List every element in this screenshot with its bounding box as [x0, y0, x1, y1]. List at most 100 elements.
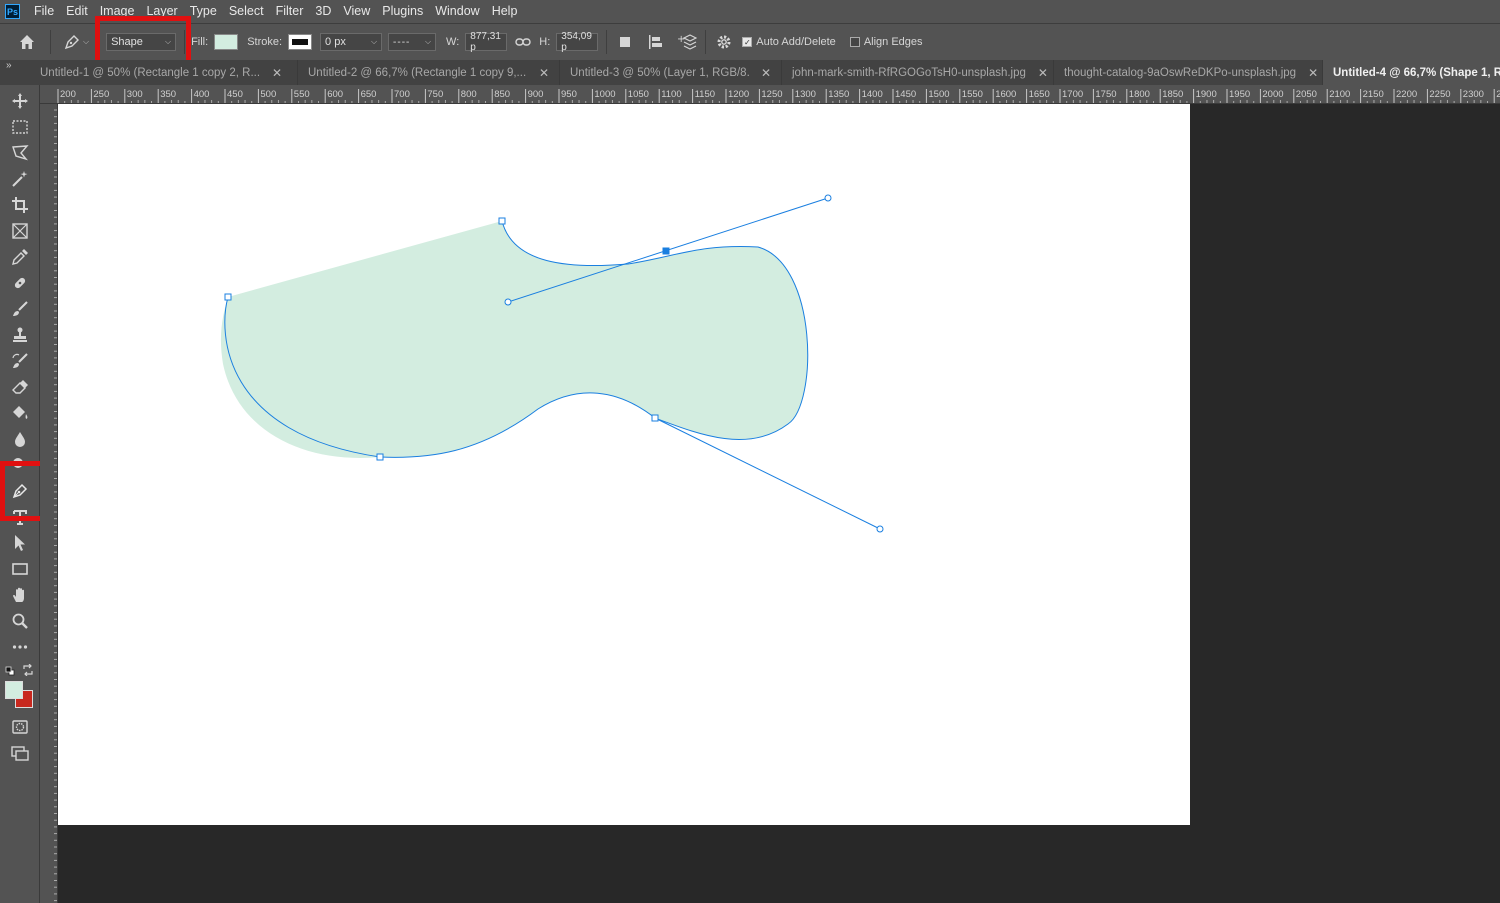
anchor-point-top[interactable]	[498, 217, 506, 225]
collapse-panels-button[interactable]: »	[0, 60, 40, 85]
svg-text:+: +	[677, 34, 685, 45]
stroke-swatch[interactable]	[288, 34, 313, 50]
tab-label: Untitled-4 @ 66,7% (Shape 1, RGB	[1333, 66, 1500, 79]
ruler-tick-label: 350	[160, 89, 176, 100]
menu-select[interactable]: Select	[223, 0, 270, 23]
edit-toolbar-button[interactable]	[9, 636, 31, 658]
ruler-tick-label: 2150	[1363, 89, 1384, 100]
rectangle-tool[interactable]	[9, 558, 31, 580]
handle-point[interactable]	[876, 525, 884, 533]
anchor-point-bottom[interactable]	[376, 453, 384, 461]
blur-tool[interactable]	[9, 428, 31, 450]
handle-point[interactable]	[824, 194, 832, 202]
fill-swatch[interactable]	[214, 34, 239, 50]
link-dimensions-button[interactable]	[515, 36, 531, 48]
swap-colors-button[interactable]	[22, 663, 34, 677]
shape-layer[interactable]	[58, 104, 1190, 825]
handle-point[interactable]	[504, 298, 512, 306]
menu-type[interactable]: Type	[184, 0, 223, 23]
ruler-tick-label: 950	[561, 89, 577, 100]
document-canvas[interactable]	[58, 104, 1190, 825]
shape-fill[interactable]	[220, 221, 808, 458]
tab-john-mark-smith[interactable]: john-mark-smith-RfRGOGoTsH0-unsplash.jpg…	[782, 60, 1054, 85]
ruler-tick-label: 2350	[1496, 89, 1500, 100]
ruler-tick-label: 200	[60, 89, 76, 100]
height-input[interactable]: 354,09 p	[556, 31, 599, 53]
move-tool[interactable]	[9, 90, 31, 112]
ruler-tick-label: 700	[394, 89, 410, 100]
marquee-tool[interactable]	[9, 116, 31, 138]
ruler-tick-label: 1350	[828, 89, 849, 100]
ruler-tick-label: 900	[528, 89, 544, 100]
menu-layer[interactable]: Layer	[140, 0, 183, 23]
close-icon[interactable]: ✕	[1308, 66, 1318, 80]
close-icon[interactable]: ✕	[272, 66, 282, 80]
tab-untitled-1[interactable]: Untitled-1 @ 50% (Rectangle 1 copy 2, R.…	[40, 60, 298, 85]
menu-3d[interactable]: 3D	[309, 0, 337, 23]
water-drop-icon	[15, 432, 25, 447]
tab-untitled-3[interactable]: Untitled-3 @ 50% (Layer 1, RGB/8... ✕	[560, 60, 782, 85]
tab-thought-catalog[interactable]: thought-catalog-9aOswReDKPo-unsplash.jpg…	[1054, 60, 1323, 85]
stroke-width-field[interactable]: 0 px ⌵	[320, 33, 383, 51]
align-edges-checkbox[interactable]: Align Edges	[849, 36, 923, 48]
menu-view[interactable]: View	[337, 0, 376, 23]
checkbox-box: ✓	[742, 37, 753, 47]
magic-wand-tool[interactable]	[9, 168, 31, 190]
type-tool[interactable]	[9, 506, 31, 528]
screen-mode-icon	[11, 746, 29, 761]
ruler-tick-label: 800	[461, 89, 477, 100]
path-arrangement-button[interactable]: +	[677, 33, 698, 51]
anchor-point-left[interactable]	[224, 293, 232, 301]
tab-label: Untitled-3 @ 50% (Layer 1, RGB/8...	[570, 66, 749, 79]
menu-filter[interactable]: Filter	[270, 0, 310, 23]
menu-window[interactable]: Window	[429, 0, 485, 23]
ruler-tick-label: 2200	[1396, 89, 1417, 100]
ruler-tick-label: 550	[294, 89, 310, 100]
history-brush-tool[interactable]	[9, 350, 31, 372]
auto-add-delete-checkbox[interactable]: ✓ Auto Add/Delete	[742, 36, 836, 48]
path-alignment-button[interactable]	[647, 34, 663, 50]
home-button[interactable]	[18, 33, 36, 51]
eyedropper-tool[interactable]	[9, 246, 31, 268]
path-selection-tool[interactable]	[9, 532, 31, 554]
close-icon[interactable]: ✕	[539, 66, 549, 80]
paint-bucket-tool[interactable]	[9, 402, 31, 424]
menu-image[interactable]: Image	[94, 0, 141, 23]
tab-untitled-4[interactable]: Untitled-4 @ 66,7% (Shape 1, RGB	[1323, 60, 1500, 85]
lasso-tool[interactable]	[9, 142, 31, 164]
canvas-area[interactable]	[58, 104, 1500, 903]
foreground-color-swatch[interactable]	[5, 681, 23, 699]
close-icon[interactable]: ✕	[1038, 66, 1048, 80]
width-input[interactable]: 877,31 p	[465, 31, 508, 53]
hand-tool[interactable]	[9, 584, 31, 606]
anchor-point-selected[interactable]	[662, 247, 670, 255]
horizontal-ruler-ticks: 200 250 300 350 400 450 500 550 600 650 700 750 800 8…	[57, 89, 1500, 103]
stroke-type-dropdown[interactable]: ---- ⌵	[388, 33, 437, 51]
screen-mode-button[interactable]	[9, 742, 31, 764]
frame-tool[interactable]	[9, 220, 31, 242]
tool-preset-picker[interactable]: ⌵	[63, 33, 89, 51]
path-options-button[interactable]	[716, 34, 732, 50]
quick-mask-button[interactable]	[9, 716, 31, 738]
healing-brush-tool[interactable]	[9, 272, 31, 294]
double-chevron-icon: »	[6, 60, 12, 71]
close-icon[interactable]: ✕	[761, 66, 771, 80]
menu-edit[interactable]: Edit	[60, 0, 94, 23]
path-operations-button[interactable]	[617, 34, 633, 50]
anchor-point-right-bottom[interactable]	[651, 414, 659, 422]
zoom-tool[interactable]	[9, 610, 31, 632]
clone-stamp-tool[interactable]	[9, 324, 31, 346]
tab-untitled-2[interactable]: Untitled-2 @ 66,7% (Rectangle 1 copy 9,.…	[298, 60, 560, 85]
menu-help[interactable]: Help	[486, 0, 524, 23]
dodge-tool[interactable]	[9, 454, 31, 476]
eraser-tool[interactable]	[9, 376, 31, 398]
more-icon	[12, 645, 28, 649]
menu-file[interactable]: File	[28, 0, 60, 23]
fill-label: Fill:	[191, 36, 209, 48]
pen-tool[interactable]	[9, 480, 31, 502]
default-colors-button[interactable]	[5, 665, 15, 676]
tool-mode-dropdown[interactable]: Shape ⌵	[106, 33, 177, 51]
brush-tool[interactable]	[9, 298, 31, 320]
crop-tool[interactable]	[9, 194, 31, 216]
menu-plugins[interactable]: Plugins	[376, 0, 429, 23]
